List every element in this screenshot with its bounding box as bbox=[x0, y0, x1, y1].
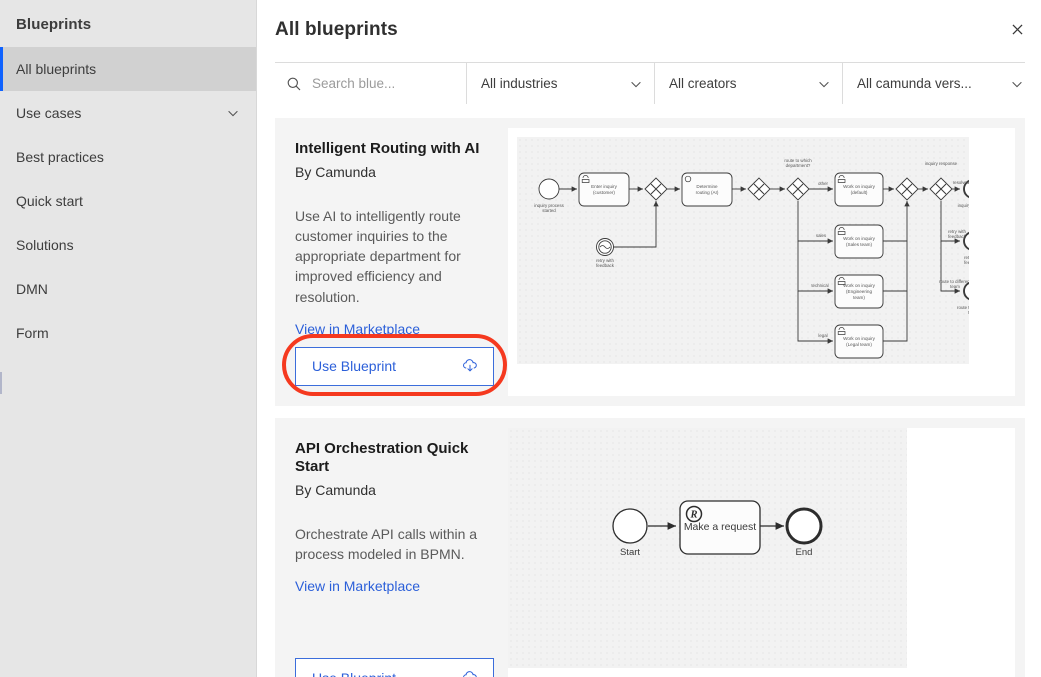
use-blueprint-button[interactable]: Use Blueprint bbox=[282, 334, 507, 396]
creators-dropdown-label: All creators bbox=[669, 76, 737, 91]
cloud-download-icon bbox=[461, 357, 479, 375]
svg-text:team: team bbox=[968, 310, 969, 315]
sidebar-item-all-blueprints[interactable]: All blueprints bbox=[0, 47, 256, 91]
view-in-marketplace-link[interactable]: View in Marketplace bbox=[295, 321, 494, 337]
svg-text:Enter inquiry: Enter inquiry bbox=[591, 184, 617, 189]
search-field[interactable] bbox=[275, 63, 467, 104]
svg-text:Start: Start bbox=[620, 547, 640, 558]
blueprint-list: Intelligent Routing with AI By Camunda U… bbox=[257, 104, 1041, 677]
close-icon[interactable] bbox=[1002, 14, 1032, 44]
filter-bar: All industries All creators All camunda … bbox=[275, 62, 1035, 104]
svg-text:(Sales team): (Sales team) bbox=[846, 242, 873, 247]
svg-text:Determine: Determine bbox=[696, 184, 718, 189]
bpmn-diagram-intelligent-routing: inquiry process started Enter inquiry (c… bbox=[517, 137, 969, 364]
svg-text:other: other bbox=[818, 181, 829, 186]
blueprint-description: Orchestrate API calls within a process m… bbox=[295, 526, 478, 563]
svg-text:(customer): (customer) bbox=[593, 190, 615, 195]
search-icon bbox=[286, 76, 302, 92]
svg-text:routing (AI): routing (AI) bbox=[696, 190, 719, 195]
blueprint-title: API Orchestration Quick Start bbox=[295, 440, 469, 475]
svg-text:department?: department? bbox=[786, 163, 811, 168]
svg-text:sales: sales bbox=[816, 233, 827, 238]
use-blueprint-button[interactable]: Use Blueprint bbox=[295, 658, 494, 677]
blueprint-author: By Camunda bbox=[295, 482, 376, 498]
svg-text:feedback: feedback bbox=[964, 260, 969, 265]
use-blueprint-button-wrap: Use Blueprint bbox=[295, 648, 494, 677]
svg-text:(Legal team): (Legal team) bbox=[846, 342, 872, 347]
svg-text:Work on inquiry: Work on inquiry bbox=[843, 236, 876, 241]
creators-dropdown[interactable]: All creators bbox=[655, 63, 843, 104]
sidebar-item-label: Solutions bbox=[16, 237, 74, 253]
svg-text:resolved: resolved bbox=[953, 180, 969, 185]
main-panel: All blueprints All industries bbox=[257, 0, 1041, 677]
svg-text:Work on inquiry: Work on inquiry bbox=[843, 336, 876, 341]
svg-text:feedback: feedback bbox=[948, 234, 967, 239]
page-title: All blueprints bbox=[275, 19, 398, 40]
use-blueprint-button-label: Use Blueprint bbox=[312, 670, 396, 677]
sidebar-item-dmn[interactable]: DMN bbox=[0, 267, 256, 311]
svg-text:team: team bbox=[950, 284, 960, 289]
sidebar-item-label: Best practices bbox=[16, 149, 104, 165]
chevron-down-icon bbox=[629, 77, 643, 91]
svg-text:End: End bbox=[796, 547, 813, 558]
blueprint-card[interactable]: Intelligent Routing with AI By Camunda U… bbox=[275, 118, 1025, 406]
chevron-down-icon bbox=[817, 77, 831, 91]
svg-text:technical: technical bbox=[811, 283, 828, 288]
blueprint-description: Use AI to intelligently route customer i… bbox=[295, 208, 461, 305]
blueprints-modal: Blueprints All blueprints Use cases Best… bbox=[0, 0, 1041, 677]
sidebar-item-label: All blueprints bbox=[16, 61, 97, 77]
svg-text:(default): (default) bbox=[851, 190, 868, 195]
industries-dropdown[interactable]: All industries bbox=[467, 63, 655, 104]
svg-text:started: started bbox=[542, 208, 556, 213]
svg-text:(Engineering: (Engineering bbox=[846, 289, 872, 294]
bpmn-diagram-api-orchestration: R Start Make a request End bbox=[508, 428, 907, 668]
sidebar-item-quick-start[interactable]: Quick start bbox=[0, 179, 256, 223]
svg-text:inquiry resolved: inquiry resolved bbox=[958, 203, 969, 208]
svg-text:feedback: feedback bbox=[596, 263, 615, 268]
blueprint-preview[interactable]: R Start Make a request End bbox=[508, 428, 1015, 677]
svg-text:inquiry response: inquiry response bbox=[925, 161, 958, 166]
svg-text:Work on inquiry: Work on inquiry bbox=[843, 283, 876, 288]
svg-text:team): team) bbox=[853, 295, 865, 300]
industries-dropdown-label: All industries bbox=[481, 76, 558, 91]
sidebar-item-label: Quick start bbox=[16, 193, 83, 209]
blueprint-author: By Camunda bbox=[295, 164, 376, 180]
sidebar-item-label: DMN bbox=[16, 281, 48, 297]
svg-text:Work on inquiry: Work on inquiry bbox=[843, 184, 876, 189]
blueprint-preview[interactable]: inquiry process started Enter inquiry (c… bbox=[508, 128, 1015, 396]
blueprint-card-info: API Orchestration Quick Start By Camunda… bbox=[285, 428, 508, 677]
svg-text:legal: legal bbox=[818, 333, 827, 338]
cloud-download-icon bbox=[461, 669, 479, 677]
sidebar-item-best-practices[interactable]: Best practices bbox=[0, 135, 256, 179]
search-input[interactable] bbox=[312, 64, 462, 103]
blueprint-title: Intelligent Routing with AI bbox=[295, 140, 480, 157]
svg-text:R: R bbox=[689, 510, 697, 521]
sidebar-item-form[interactable]: Form bbox=[0, 311, 256, 355]
view-in-marketplace-link[interactable]: View in Marketplace bbox=[295, 578, 494, 594]
sidebar-item-use-cases[interactable]: Use cases bbox=[0, 91, 256, 135]
camunda-version-dropdown-label: All camunda vers... bbox=[857, 76, 972, 91]
sidebar-item-label: Use cases bbox=[16, 105, 82, 121]
chevron-down-icon bbox=[1010, 77, 1024, 91]
sidebar-title: Blueprints bbox=[16, 16, 92, 33]
blueprint-card[interactable]: API Orchestration Quick Start By Camunda… bbox=[275, 418, 1025, 677]
blueprint-card-info: Intelligent Routing with AI By Camunda U… bbox=[282, 128, 508, 396]
chevron-down-icon bbox=[226, 106, 240, 120]
sidebar-item-solutions[interactable]: Solutions bbox=[0, 223, 256, 267]
camunda-version-dropdown[interactable]: All camunda vers... bbox=[843, 63, 1035, 104]
sidebar: Blueprints All blueprints Use cases Best… bbox=[0, 0, 257, 677]
use-blueprint-button-label: Use Blueprint bbox=[312, 358, 397, 375]
panel-header: All blueprints bbox=[257, 0, 1041, 62]
svg-text:Make a request: Make a request bbox=[684, 521, 756, 533]
sidebar-edge-marker bbox=[0, 372, 2, 394]
sidebar-item-label: Form bbox=[16, 325, 49, 341]
